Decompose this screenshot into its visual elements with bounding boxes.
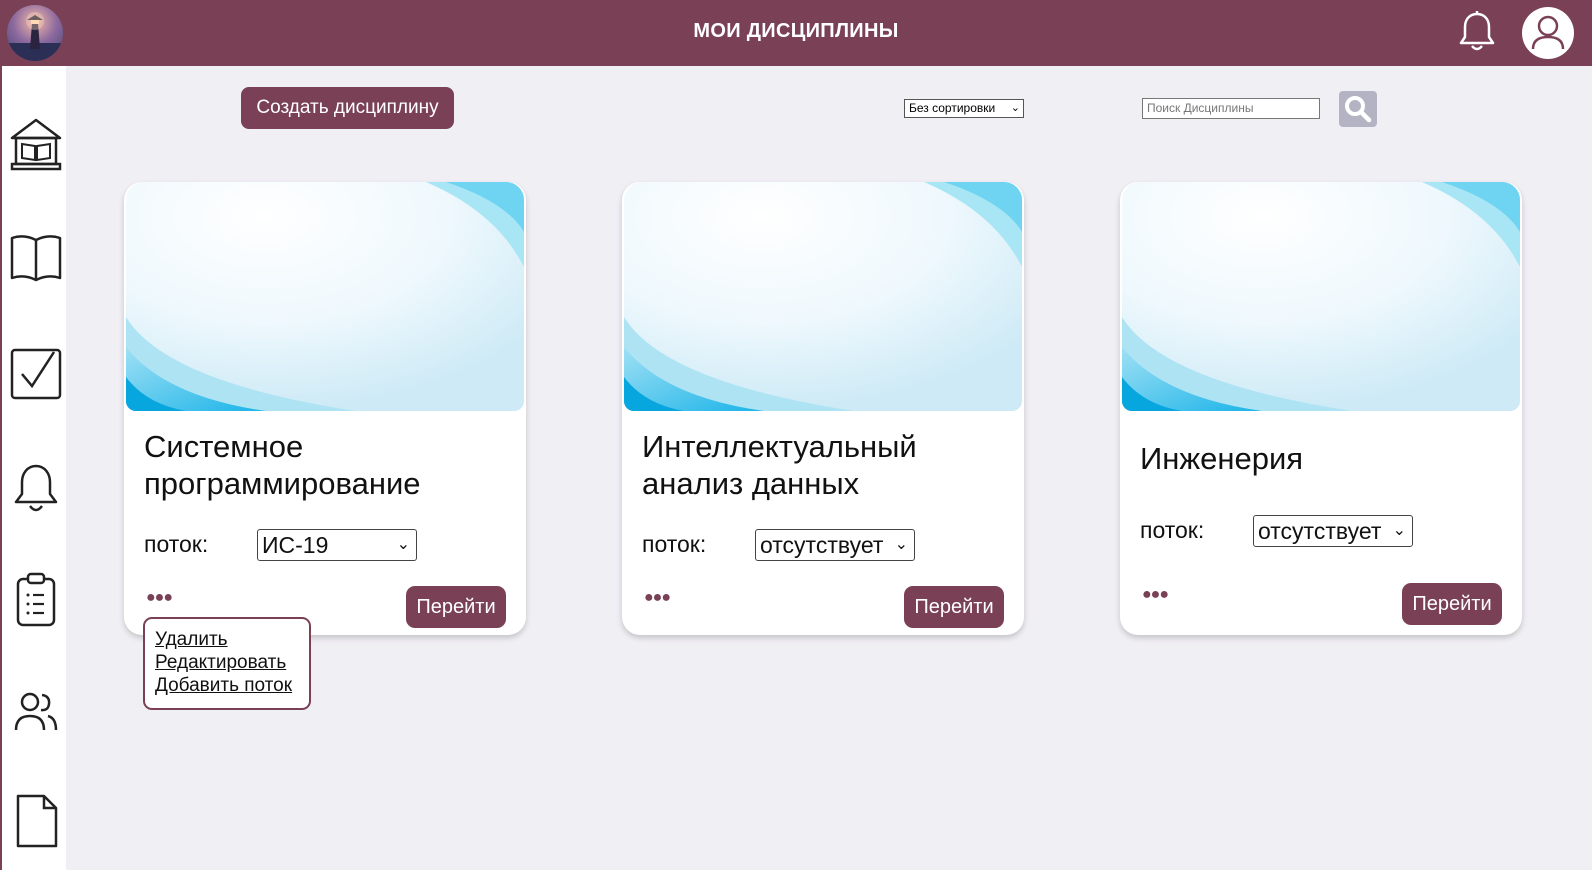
card-cover-image — [624, 182, 1022, 411]
stream-select[interactable]: отсутствует ⌄ — [755, 529, 915, 561]
notifications-bell-icon[interactable] — [1457, 10, 1497, 54]
chevron-down-icon: ⌄ — [1392, 522, 1406, 539]
discipline-card: Системное программирование поток: ИС-19 … — [124, 182, 526, 635]
edit-link[interactable]: Редактировать — [155, 651, 299, 674]
delete-link[interactable]: Удалить — [155, 628, 299, 651]
card-title: Системное программирование — [144, 429, 421, 501]
open-book-icon[interactable] — [8, 228, 64, 286]
discipline-card: Интеллектуальный анализ данных поток: от… — [622, 182, 1024, 635]
card-cover-image — [126, 182, 524, 411]
discipline-card: Инженерия поток: отсутствует ⌄ ●●● Перей… — [1120, 182, 1522, 635]
chevron-down-icon: ⌄ — [396, 536, 410, 553]
more-options-icon[interactable]: ●●● — [644, 589, 671, 607]
card-title: Интеллектуальный анализ данных — [642, 429, 917, 501]
top-header: МОИ ДИСЦИПЛИНЫ — [0, 0, 1592, 66]
more-options-icon[interactable]: ●●● — [146, 589, 173, 607]
stream-label: поток: — [1140, 517, 1205, 543]
stream-select-value: отсутствует — [1258, 518, 1382, 544]
go-button[interactable]: Перейти — [904, 586, 1004, 628]
stream-select-value: ИС-19 — [262, 532, 329, 558]
more-options-icon[interactable]: ●●● — [1142, 586, 1169, 604]
chevron-down-icon: ⌄ — [1010, 102, 1020, 114]
bell-icon[interactable] — [8, 460, 64, 518]
stream-select[interactable]: отсутствует ⌄ — [1253, 515, 1413, 547]
card-context-menu: Удалить Редактировать Добавить поток — [143, 617, 311, 710]
user-avatar-icon[interactable] — [1522, 7, 1574, 59]
card-title: Инженерия — [1140, 441, 1304, 476]
stream-label: поток: — [642, 531, 707, 557]
checkbox-icon[interactable] — [8, 344, 64, 402]
go-button[interactable]: Перейти — [1402, 583, 1502, 625]
sidebar — [0, 66, 66, 870]
clipboard-list-icon[interactable] — [8, 571, 64, 629]
stream-select[interactable]: ИС-19 ⌄ — [257, 529, 417, 561]
sort-select[interactable]: Без сортировки ⌄ — [904, 99, 1024, 118]
card-cover-image — [1122, 182, 1520, 411]
go-button[interactable]: Перейти — [406, 586, 506, 628]
create-discipline-button[interactable]: Создать дисциплину — [241, 87, 454, 129]
users-icon[interactable] — [8, 684, 64, 742]
search-input[interactable]: Поиск Дисциплины — [1142, 98, 1320, 119]
chevron-down-icon: ⌄ — [894, 536, 908, 553]
home-library-icon[interactable] — [8, 116, 64, 174]
stream-label: поток: — [144, 531, 209, 557]
stream-select-value: отсутствует — [760, 532, 884, 558]
page-title: МОИ ДИСЦИПЛИНЫ — [693, 20, 899, 42]
search-icon — [1345, 96, 1372, 123]
sort-select-value: Без сортировки — [909, 101, 996, 115]
search-button[interactable] — [1339, 91, 1377, 127]
document-icon[interactable] — [8, 792, 64, 850]
add-stream-link[interactable]: Добавить поток — [155, 674, 299, 697]
